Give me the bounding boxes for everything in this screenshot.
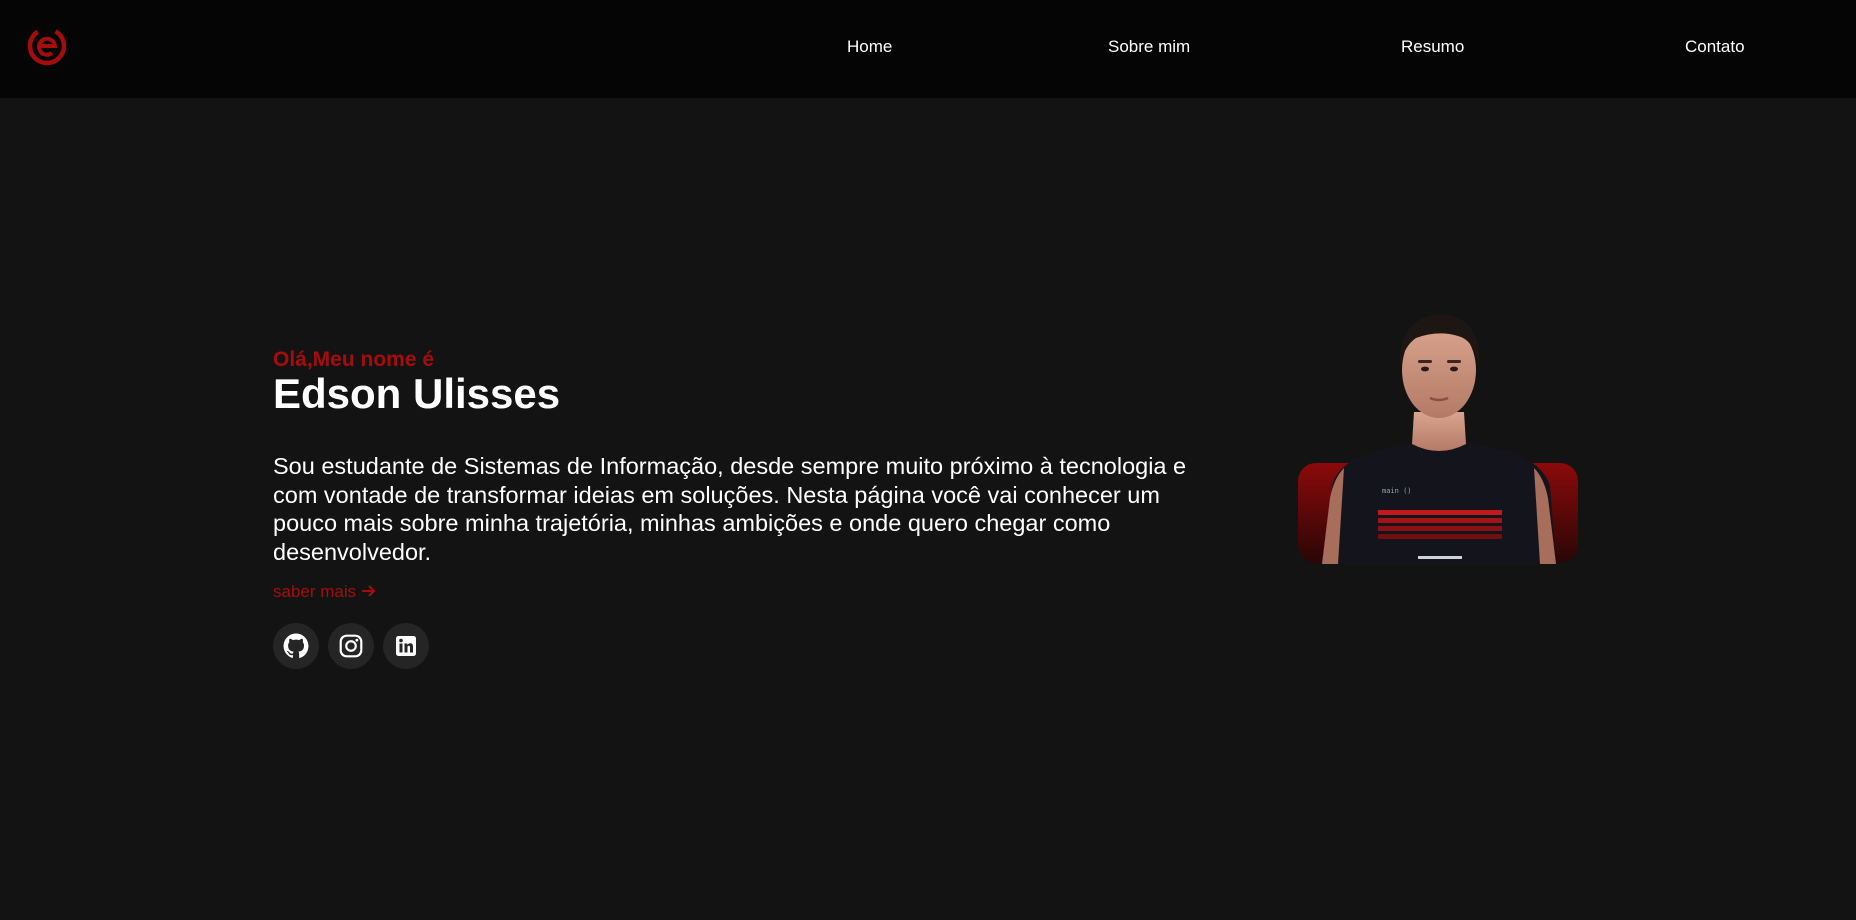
linkedin-icon	[396, 636, 416, 656]
hero-name: Edson Ulisses	[273, 370, 561, 417]
github-button[interactable]	[273, 623, 319, 669]
linkedin-button[interactable]	[383, 623, 429, 669]
greeting-text: Olá,Meu nome é	[273, 348, 435, 371]
github-icon	[283, 633, 309, 659]
nav-home[interactable]: Home	[847, 37, 892, 57]
saber-mais-label: saber mais	[273, 582, 357, 601]
hero-bio: Sou estudante de Sistemas de Informação,…	[273, 453, 1187, 565]
shirt-code-text: main ()	[1382, 487, 1412, 495]
saber-mais-link[interactable]: saber mais	[273, 582, 376, 602]
nav-resumo[interactable]: Resumo	[1401, 37, 1464, 57]
navbar: Home Sobre mim Resumo Contato	[0, 0, 1856, 98]
instagram-icon	[339, 634, 363, 658]
nav-contato[interactable]: Contato	[1685, 37, 1745, 57]
nav-sobre-mim[interactable]: Sobre mim	[1108, 37, 1190, 57]
profile-photo: main ()	[1298, 314, 1578, 564]
arrow-right-icon	[361, 585, 376, 597]
logo-icon[interactable]	[26, 25, 68, 67]
instagram-button[interactable]	[328, 623, 374, 669]
